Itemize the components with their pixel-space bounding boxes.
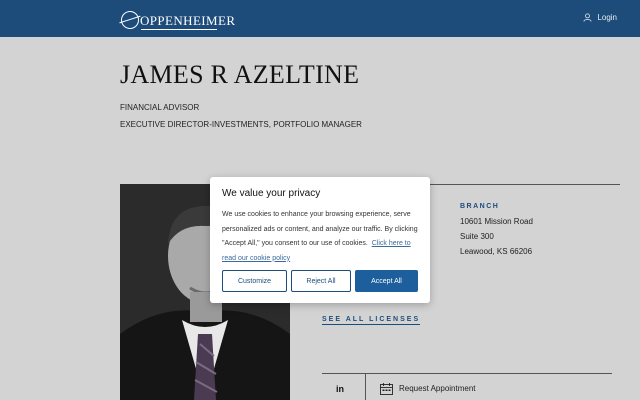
advisor-title-secondary: EXECUTIVE DIRECTOR-INVESTMENTS, PORTFOLI… [120,120,362,129]
user-icon [583,13,592,22]
linkedin-icon[interactable]: in [336,384,344,394]
advisor-title-primary: FINANCIAL ADVISOR [120,103,200,112]
branch-heading: BRANCH [460,203,500,210]
accept-all-button[interactable]: Accept All [355,270,418,292]
oppenheimer-logo[interactable]: OPPENHEIMER [121,9,236,30]
login-label: Login [597,13,617,22]
see-all-licenses-link[interactable]: SEE ALL LICENSES [322,316,421,325]
calendar-icon [380,383,393,395]
actions-separator [365,374,366,400]
cookie-consent-dialog: We value your privacy We use cookies to … [210,177,430,303]
customize-button[interactable]: Customize [222,270,287,292]
reject-all-button[interactable]: Reject All [291,270,351,292]
logo-underline [141,29,217,30]
logo-wordmark: OPPENHEIMER [140,13,236,28]
branch-city-state-zip: Leawood, KS 66206 [460,247,533,256]
advisor-name: JAMES R AZELTINE [120,60,360,89]
top-navigation-bar: OPPENHEIMER Login [0,0,640,37]
login-link[interactable]: Login [583,13,617,22]
advisor-actions-bar: in Request Appointment [322,374,612,400]
branch-address-line-2: Suite 300 [460,232,494,241]
cookie-dialog-title: We value your privacy [222,188,321,199]
branch-address-line-1: 10601 Mission Road [460,217,533,226]
logo-o-mark [121,11,139,29]
cookie-dialog-body: We use cookies to enhance your browsing … [222,208,422,266]
request-appointment-link[interactable]: Request Appointment [399,384,476,393]
